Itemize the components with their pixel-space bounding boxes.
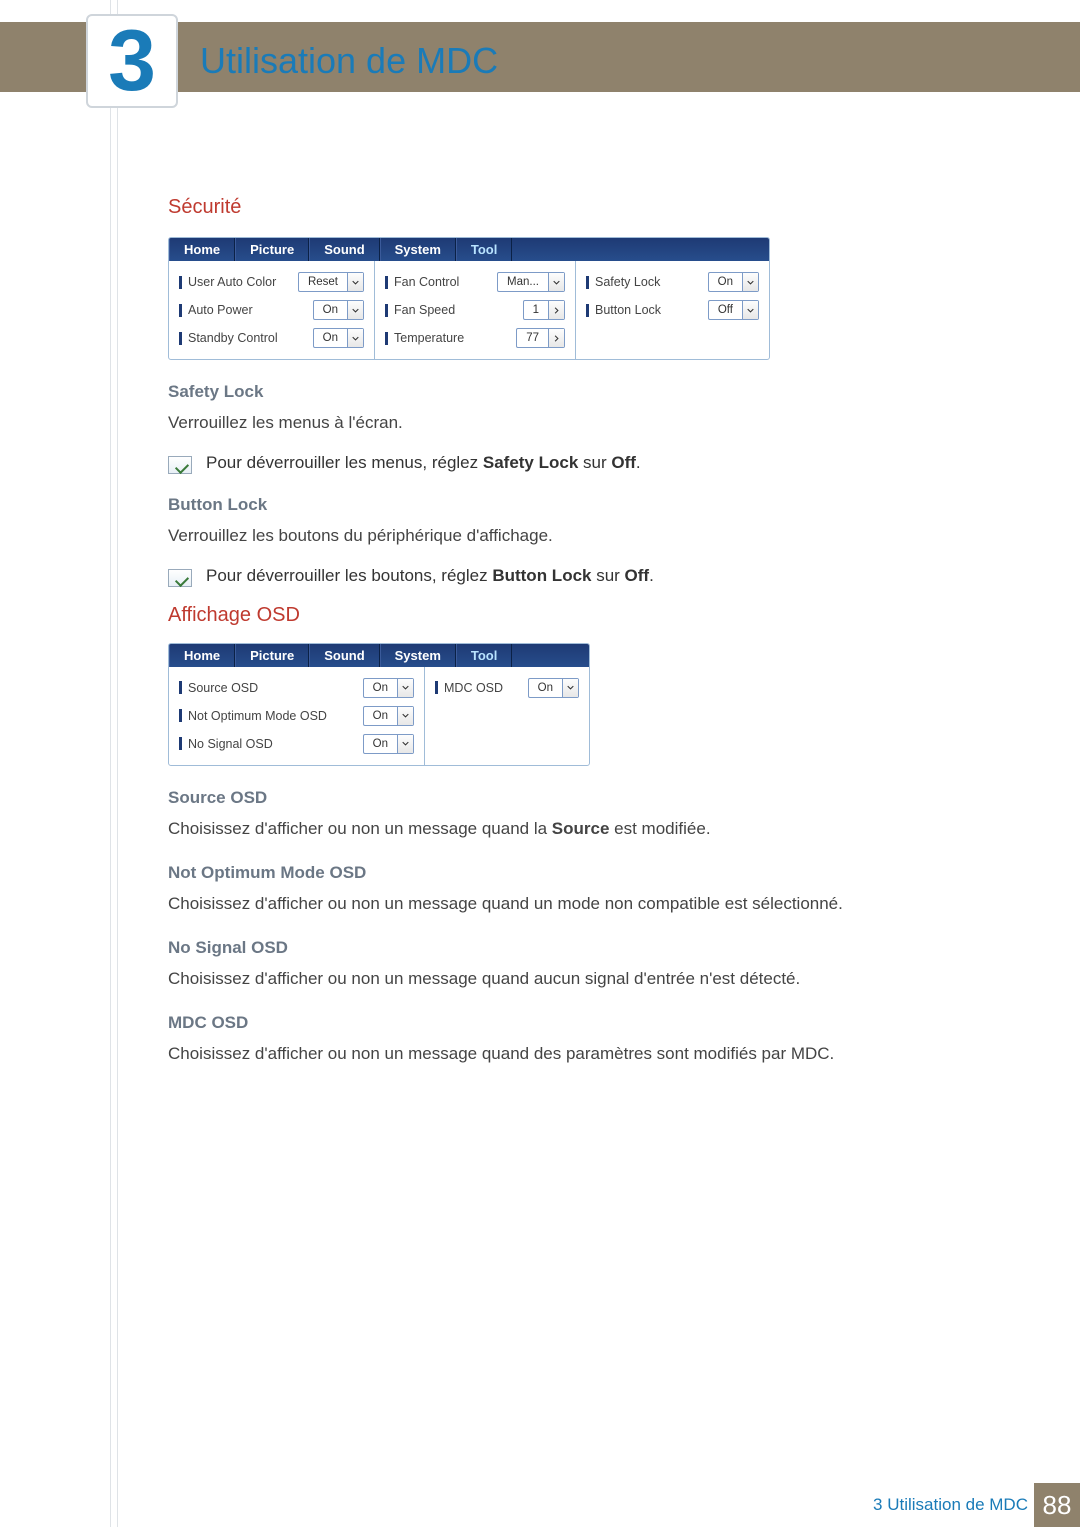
tab-home[interactable]: Home xyxy=(169,644,235,667)
lbl-button-lock: Button Lock xyxy=(595,303,661,317)
note-safety-lock: Pour déverrouiller les menus, réglez Saf… xyxy=(168,453,948,473)
dd-safety-lock[interactable]: On xyxy=(708,272,759,292)
text-mdc-osd: Choisissez d'afficher ou non un message … xyxy=(168,1043,948,1066)
chevron-down-icon xyxy=(347,273,363,291)
note-text: Pour déverrouiller les menus, réglez Saf… xyxy=(206,453,641,473)
text-not-optimum-osd: Choisissez d'afficher ou non un message … xyxy=(168,893,948,916)
sub-button-lock: Button Lock xyxy=(168,495,948,515)
lbl-fan-speed: Fan Speed xyxy=(394,303,455,317)
note-icon xyxy=(168,456,192,474)
lbl-user-auto-color: User Auto Color xyxy=(188,275,276,289)
dd-fan-speed[interactable]: 1 xyxy=(523,300,565,320)
page-number: 88 xyxy=(1034,1483,1080,1527)
panel-grid: Source OSD On Not Optimum Mode OSD On No S… xyxy=(169,667,589,765)
chevron-down-icon xyxy=(742,273,758,291)
tab-system[interactable]: System xyxy=(380,238,456,261)
page: 3 Utilisation de MDC Sécurité Home Pictu… xyxy=(0,0,1080,1527)
tab-picture[interactable]: Picture xyxy=(235,644,309,667)
lbl-standby-control: Standby Control xyxy=(188,331,278,345)
note-text: Pour déverrouiller les boutons, réglez B… xyxy=(206,566,654,586)
text-safety-lock: Verrouillez les menus à l'écran. xyxy=(168,412,948,435)
tab-bar: Home Picture Sound System Tool xyxy=(169,238,769,261)
tab-tool[interactable]: Tool xyxy=(456,238,512,261)
lbl-not-optimum-osd: Not Optimum Mode OSD xyxy=(188,709,327,723)
footer: 3 Utilisation de MDC 88 xyxy=(0,1483,1080,1527)
sub-not-optimum-osd: Not Optimum Mode OSD xyxy=(168,863,948,883)
lbl-mdc-osd: MDC OSD xyxy=(444,681,503,695)
note-button-lock: Pour déverrouiller les boutons, réglez B… xyxy=(168,566,948,586)
dd-auto-power[interactable]: On xyxy=(313,300,364,320)
dd-temperature[interactable]: 77 xyxy=(516,328,565,348)
tab-home[interactable]: Home xyxy=(169,238,235,261)
text-source-osd: Choisissez d'afficher ou non un message … xyxy=(168,818,948,841)
chapter-number: 3 xyxy=(108,18,156,104)
panel-grid: User Auto Color Reset Auto Power On Standb… xyxy=(169,261,769,359)
sub-mdc-osd: MDC OSD xyxy=(168,1013,948,1033)
dd-button-lock[interactable]: Off xyxy=(708,300,759,320)
dd-not-optimum-osd[interactable]: On xyxy=(363,706,414,726)
dd-user-auto-color[interactable]: Reset xyxy=(298,272,364,292)
chevron-down-icon xyxy=(397,735,413,753)
lbl-auto-power: Auto Power xyxy=(188,303,253,317)
chevron-down-icon xyxy=(742,301,758,319)
chapter-badge: 3 xyxy=(86,14,178,108)
lbl-source-osd: Source OSD xyxy=(188,681,258,695)
security-panel: Home Picture Sound System Tool User Auto… xyxy=(168,237,770,360)
tab-sound[interactable]: Sound xyxy=(309,238,379,261)
dd-standby-control[interactable]: On xyxy=(313,328,364,348)
tab-sound[interactable]: Sound xyxy=(309,644,379,667)
osd-panel: Home Picture Sound System Tool Source OS… xyxy=(168,643,590,766)
lbl-temperature: Temperature xyxy=(394,331,464,345)
dd-mdc-osd[interactable]: On xyxy=(528,678,579,698)
sub-safety-lock: Safety Lock xyxy=(168,382,948,402)
sub-no-signal-osd: No Signal OSD xyxy=(168,938,948,958)
lbl-fan-control: Fan Control xyxy=(394,275,459,289)
tab-system[interactable]: System xyxy=(380,644,456,667)
dd-fan-control[interactable]: Man... xyxy=(497,272,565,292)
dd-no-signal-osd[interactable]: On xyxy=(363,734,414,754)
footer-text: 3 Utilisation de MDC xyxy=(873,1495,1028,1515)
chevron-down-icon xyxy=(347,301,363,319)
chevron-down-icon xyxy=(397,679,413,697)
chevron-down-icon xyxy=(562,679,578,697)
tab-tool[interactable]: Tool xyxy=(456,644,512,667)
lbl-safety-lock: Safety Lock xyxy=(595,275,660,289)
note-icon xyxy=(168,569,192,587)
text-button-lock: Verrouillez les boutons du périphérique … xyxy=(168,525,948,548)
tab-picture[interactable]: Picture xyxy=(235,238,309,261)
sub-source-osd: Source OSD xyxy=(168,788,948,808)
lbl-no-signal-osd: No Signal OSD xyxy=(188,737,273,751)
chevron-right-icon xyxy=(548,329,564,347)
left-rule xyxy=(110,0,118,1527)
chevron-down-icon xyxy=(397,707,413,725)
chevron-down-icon xyxy=(347,329,363,347)
chapter-title: Utilisation de MDC xyxy=(200,40,498,82)
chevron-right-icon xyxy=(548,301,564,319)
text-no-signal-osd: Choisissez d'afficher ou non un message … xyxy=(168,968,948,991)
section-heading-security: Sécurité xyxy=(168,196,948,219)
tab-bar: Home Picture Sound System Tool xyxy=(169,644,589,667)
content: Sécurité Home Picture Sound System Tool … xyxy=(168,196,948,1084)
section-heading-osd: Affichage OSD xyxy=(168,604,948,627)
chevron-down-icon xyxy=(548,273,564,291)
dd-source-osd[interactable]: On xyxy=(363,678,414,698)
